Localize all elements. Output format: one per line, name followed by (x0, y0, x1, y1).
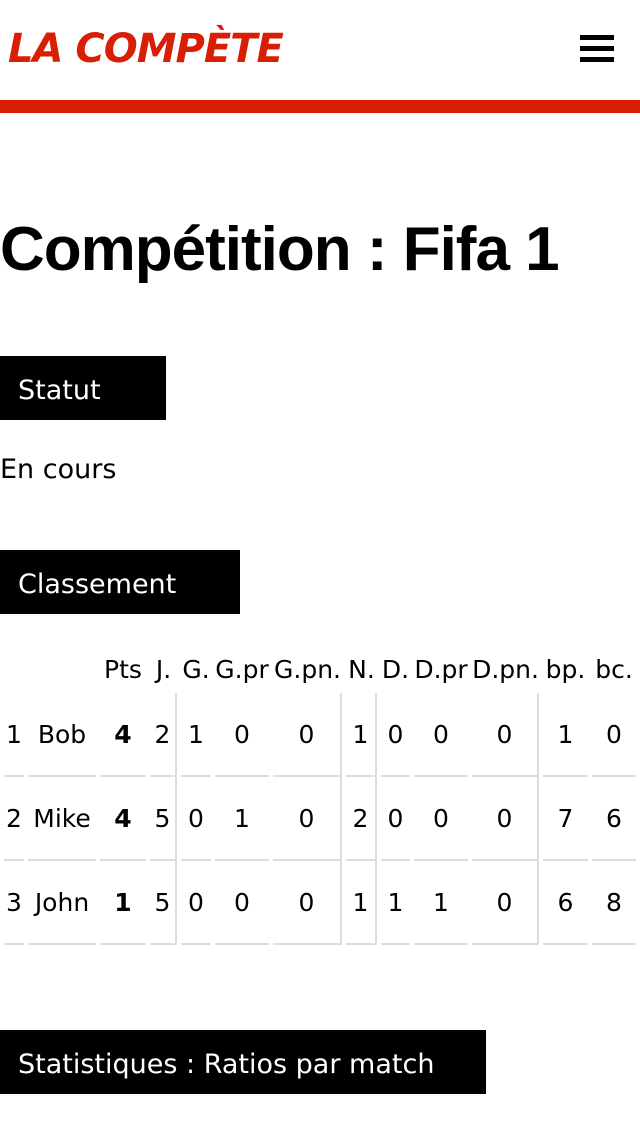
column-header-draw: N. (348, 654, 375, 684)
points-cell: 4 (100, 777, 146, 861)
column-header-points: Pts (104, 654, 142, 684)
page-title: Compétition : Fifa 1 (0, 215, 560, 284)
header-accent-bar (0, 100, 640, 113)
played-cell: 2 (150, 693, 177, 777)
draw-cell: 1 (346, 693, 377, 777)
table-row: 1 Bob 4 2 1 0 0 1 0 0 0 1 0 (4, 693, 636, 777)
goals-against-cell: 0 (592, 693, 636, 777)
column-header-won: G. (182, 654, 210, 684)
played-cell: 5 (150, 777, 177, 861)
hamburger-menu-icon[interactable] (580, 35, 614, 65)
lost-cell: 0 (381, 693, 410, 777)
goals-against-cell: 6 (592, 777, 636, 861)
draw-cell: 2 (346, 777, 377, 861)
ranking-section-label: Classement (0, 550, 240, 614)
standings-table: Pts J. G. G.pr G.pn. N. D. D.pr D.pn. bp… (0, 645, 640, 945)
menu-line (580, 46, 614, 51)
lost-extra-time-cell: 1 (414, 861, 468, 945)
won-cell: 1 (181, 693, 211, 777)
menu-line (580, 57, 614, 62)
menu-line (580, 35, 614, 40)
column-header-played: J. (155, 654, 172, 684)
lost-cell: 0 (381, 777, 410, 861)
column-header-lost-extra-time: D.pr (414, 654, 468, 684)
column-header-goals-against: bc. (595, 654, 633, 684)
played-cell: 5 (150, 861, 177, 945)
won-extra-time-cell: 0 (215, 693, 269, 777)
lost-extra-time-cell: 0 (414, 777, 468, 861)
column-header-won-extra-time: G.pr (215, 654, 269, 684)
draw-cell: 1 (346, 861, 377, 945)
rank-cell: 3 (4, 861, 24, 945)
column-header-player (28, 645, 96, 693)
goals-for-cell: 7 (543, 777, 588, 861)
goals-for-cell: 1 (543, 693, 588, 777)
won-cell: 0 (181, 777, 211, 861)
won-penalties-cell: 0 (273, 777, 342, 861)
points-cell: 1 (100, 861, 146, 945)
standings-header-row: Pts J. G. G.pr G.pn. N. D. D.pr D.pn. bp… (4, 645, 636, 693)
column-header-lost: D. (381, 654, 410, 684)
player-cell: Mike (28, 777, 96, 861)
goals-against-cell: 8 (592, 861, 636, 945)
won-cell: 0 (181, 861, 211, 945)
status-value: En cours (0, 454, 117, 485)
goals-for-cell: 6 (543, 861, 588, 945)
lost-cell: 1 (381, 861, 410, 945)
site-header: LA COMPÈTE (0, 0, 640, 100)
statistics-section-label: Statistiques : Ratios par match (0, 1030, 486, 1094)
won-extra-time-cell: 1 (215, 777, 269, 861)
column-header-goals-for: bp. (545, 654, 586, 684)
column-header-lost-penalties: D.pn. (472, 654, 539, 684)
player-cell: John (28, 861, 96, 945)
rank-cell: 1 (4, 693, 24, 777)
won-extra-time-cell: 0 (215, 861, 269, 945)
lost-extra-time-cell: 0 (414, 693, 468, 777)
player-cell: Bob (28, 693, 96, 777)
lost-penalties-cell: 0 (472, 777, 539, 861)
status-section-label: Statut (0, 356, 166, 420)
column-header-won-penalties: G.pn. (274, 654, 341, 684)
lost-penalties-cell: 0 (472, 693, 539, 777)
column-header-rank (4, 645, 24, 693)
won-penalties-cell: 0 (273, 693, 342, 777)
site-logo[interactable]: LA COMPÈTE (8, 24, 284, 74)
lost-penalties-cell: 0 (472, 861, 539, 945)
rank-cell: 2 (4, 777, 24, 861)
won-penalties-cell: 0 (273, 861, 342, 945)
table-row: 3 John 1 5 0 0 0 1 1 1 0 6 8 (4, 861, 636, 945)
points-cell: 4 (100, 693, 146, 777)
table-row: 2 Mike 4 5 0 1 0 2 0 0 0 7 6 (4, 777, 636, 861)
